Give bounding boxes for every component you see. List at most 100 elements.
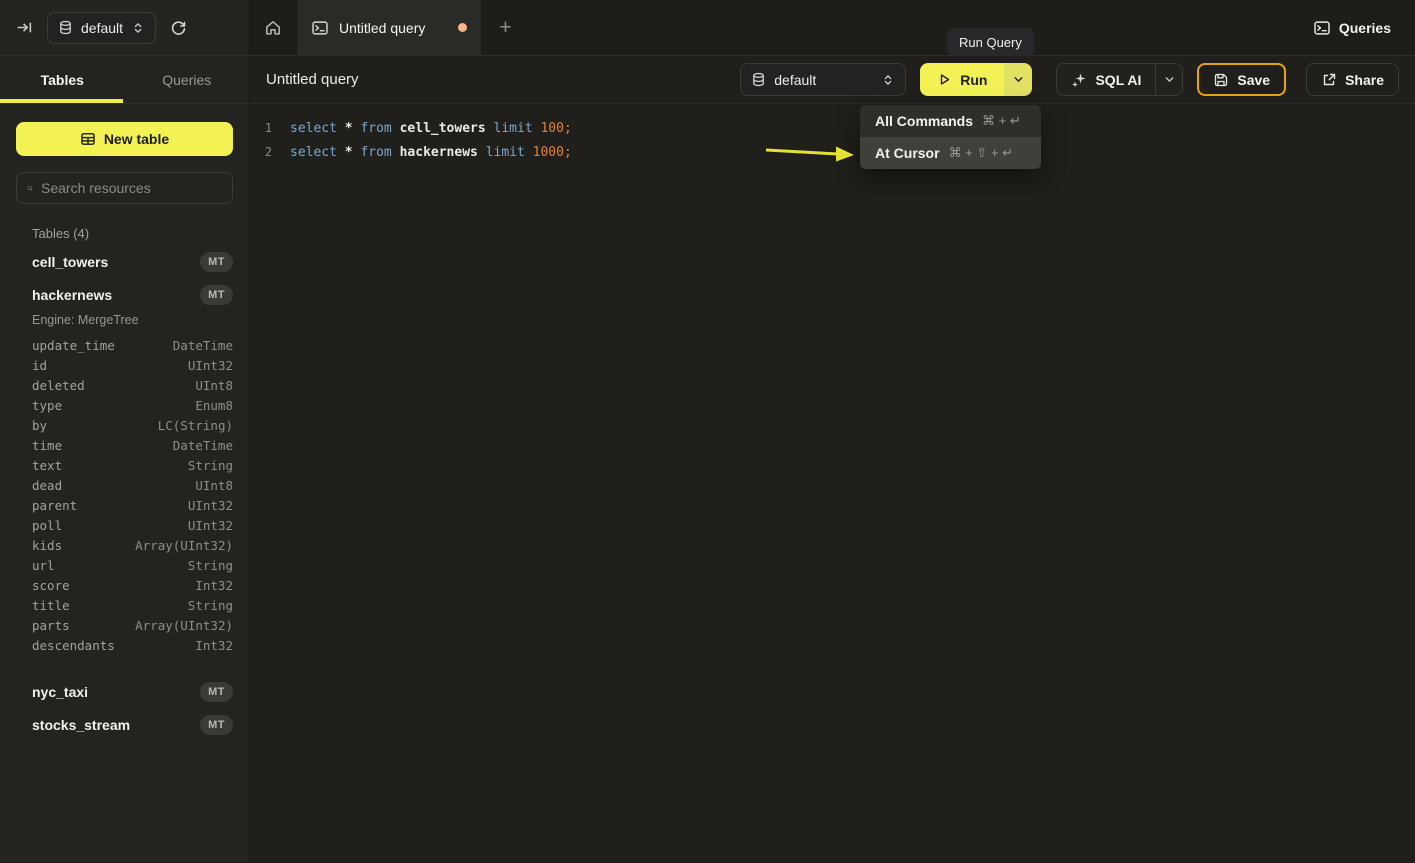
external-link-icon — [1321, 72, 1337, 88]
code-line-1: 1 select * from cell_towers limit 100; — [250, 116, 1415, 140]
run-options-menu: All Commands ⌘ + ↵ At Cursor ⌘ + ⇧ + ↵ — [860, 105, 1041, 169]
menu-item-all-commands[interactable]: All Commands ⌘ + ↵ — [860, 105, 1041, 137]
query-title: Untitled query — [266, 71, 359, 88]
table-name: stocks_stream — [32, 717, 130, 733]
menu-item-at-cursor[interactable]: At Cursor ⌘ + ⇧ + ↵ — [860, 137, 1041, 169]
menu-item-shortcut: ⌘ + ⇧ + ↵ — [949, 145, 1013, 161]
home-icon — [264, 19, 282, 37]
code-token: hackernews — [400, 145, 486, 160]
engine-badge: MT — [200, 682, 233, 702]
column-row[interactable]: deletedUInt8 — [0, 375, 249, 395]
search-icon — [27, 181, 33, 196]
column-name: time — [32, 438, 62, 453]
table-row-hackernews[interactable]: hackernews MT — [0, 278, 249, 311]
column-row[interactable]: update_time DateTime — [0, 335, 249, 355]
home-tab-button[interactable] — [250, 0, 297, 55]
tab-untitled-query[interactable]: Untitled query — [297, 0, 482, 55]
tab-strip: Untitled query + — [250, 0, 530, 55]
sidebar-tab-queries[interactable]: Queries — [125, 56, 250, 103]
column-row[interactable]: kidsArray(UInt32) — [0, 535, 249, 555]
menu-item-label: All Commands — [875, 113, 973, 129]
refresh-button[interactable] — [166, 15, 191, 40]
column-type: Array(UInt32) — [135, 538, 233, 553]
column-row[interactable]: scoreInt32 — [0, 575, 249, 595]
menu-item-label: At Cursor — [875, 145, 940, 161]
table-icon — [80, 131, 96, 147]
save-button-label: Save — [1237, 72, 1270, 88]
table-row-stocks-stream[interactable]: stocks_stream MT — [0, 708, 249, 741]
table-name: hackernews — [32, 287, 112, 303]
run-split-button: Run — [920, 63, 1032, 96]
search-box — [16, 172, 233, 204]
column-row[interactable]: descendants Int32 — [0, 635, 249, 655]
column-type: Int32 — [195, 578, 233, 593]
column-type: String — [188, 558, 233, 573]
table-row-cell-towers[interactable]: cell_towers MT — [0, 245, 249, 278]
database-icon — [58, 20, 73, 35]
sidebar-tab-tables[interactable]: Tables — [0, 56, 125, 103]
body: Tables Queries New table Tables (4) cell… — [0, 56, 1415, 862]
query-database-selector[interactable]: default — [740, 63, 906, 96]
sparkles-icon — [1071, 72, 1087, 88]
refresh-icon — [170, 19, 187, 36]
sql-console-app: default Unti — [0, 0, 1415, 863]
column-row[interactable]: deadUInt8 — [0, 475, 249, 495]
column-name: id — [32, 358, 47, 373]
code-line-2: 2 select * from hackernews limit 1000; — [250, 140, 1415, 164]
sql-ai-button[interactable]: SQL AI — [1057, 64, 1155, 95]
toolbar-controls: default Run — [740, 63, 1399, 96]
column-row[interactable]: id UInt32 — [0, 355, 249, 375]
column-type: DateTime — [173, 438, 233, 453]
column-type: UInt32 — [188, 358, 233, 373]
column-row[interactable]: titleString — [0, 595, 249, 615]
column-name: update_time — [32, 338, 115, 353]
tables-section-title: Tables (4) — [32, 226, 233, 241]
column-row[interactable]: parentUInt32 — [0, 495, 249, 515]
new-tab-button[interactable]: + — [482, 0, 530, 55]
collapse-sidebar-button[interactable] — [12, 15, 37, 40]
column-type: Int32 — [195, 638, 233, 653]
query-toolbar: Untitled query default — [250, 56, 1415, 104]
topbar-database-selector[interactable]: default — [47, 12, 156, 44]
column-row[interactable]: type Enum8 — [0, 395, 249, 415]
column-type: DateTime — [173, 338, 233, 353]
column-row[interactable]: url String — [0, 555, 249, 575]
column-name: descendants — [32, 638, 115, 653]
column-name: url — [32, 558, 55, 573]
column-type: String — [188, 598, 233, 613]
queries-button[interactable]: Queries — [1313, 19, 1391, 37]
search-input[interactable] — [41, 180, 222, 196]
code-token: from — [360, 145, 399, 160]
column-name: type — [32, 398, 62, 413]
sql-editor[interactable]: 1 select * from cell_towers limit 100; 2… — [250, 104, 1415, 862]
code-token: limit — [486, 145, 533, 160]
engine-badge: MT — [200, 285, 233, 305]
line-number: 1 — [250, 121, 290, 135]
column-row[interactable]: time DateTime — [0, 435, 249, 455]
sql-ai-label: SQL AI — [1095, 72, 1141, 88]
new-table-button[interactable]: New table — [16, 122, 233, 156]
column-type: Array(UInt32) — [135, 618, 233, 633]
save-button[interactable]: Save — [1197, 63, 1286, 96]
column-name: parts — [32, 618, 70, 633]
column-type: Enum8 — [195, 398, 233, 413]
topbar-right: Queries — [1313, 0, 1415, 55]
code-token: 1000 — [533, 145, 564, 160]
run-options-button[interactable] — [1004, 63, 1032, 96]
engine-badge: MT — [200, 715, 233, 735]
column-row[interactable]: parts Array(UInt32) — [0, 615, 249, 635]
share-button[interactable]: Share — [1306, 63, 1399, 96]
code-token: ; — [564, 121, 572, 136]
code-token: ; — [564, 145, 572, 160]
column-type: UInt32 — [188, 518, 233, 533]
column-row[interactable]: pollUInt32 — [0, 515, 249, 535]
column-row[interactable]: byLC(String) — [0, 415, 249, 435]
main-panel: Untitled query default — [250, 56, 1415, 862]
run-query-tooltip: Run Query — [947, 28, 1034, 56]
unsaved-changes-dot — [458, 23, 467, 32]
column-row[interactable]: textString — [0, 455, 249, 475]
console-icon — [311, 19, 329, 37]
table-row-nyc-taxi[interactable]: nyc_taxi MT — [0, 675, 249, 708]
sql-ai-options-button[interactable] — [1155, 64, 1182, 95]
run-button[interactable]: Run — [920, 63, 1004, 96]
